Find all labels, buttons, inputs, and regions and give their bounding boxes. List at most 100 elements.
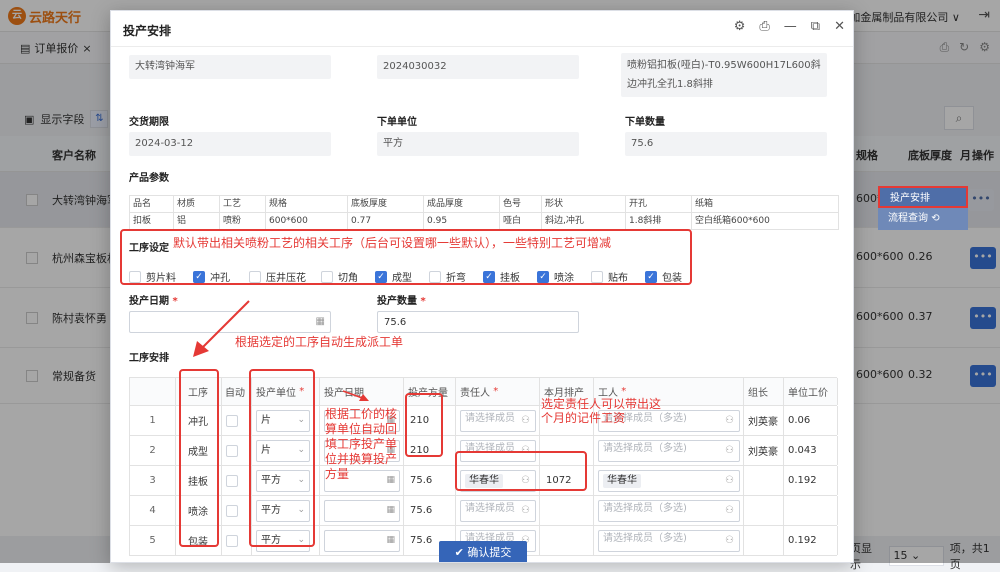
schedule-row[interactable]: 4 喷涂 平方 ⌄ ▦ 75.6 请选择成员 ⚇ 请选择成员（多选) ⚇ xyxy=(130,496,838,526)
param-header: 成品厚度 xyxy=(424,196,500,213)
qty-frame xyxy=(405,393,443,457)
checkbox-checked[interactable]: ✓ xyxy=(375,270,387,283)
row-qty: 75.6 xyxy=(404,496,456,525)
action-menu: 投产安排 流程查询 ⟲ xyxy=(878,186,968,230)
row-owner: 请选择成员 ⚇ xyxy=(456,496,540,525)
workers-select[interactable]: 请选择成员（多选) ⚇ xyxy=(598,440,740,462)
checkbox[interactable] xyxy=(321,270,333,283)
checkbox[interactable] xyxy=(129,270,141,283)
gear-icon[interactable]: ⚙ xyxy=(734,19,746,34)
required-mark: * xyxy=(172,296,178,307)
param-header: 品名 xyxy=(130,196,174,213)
process-annotation: 默认带出相关喷粉工艺的相关工序（后台可设置哪一些默认），一些特别工艺可增减 xyxy=(173,236,612,250)
process-option[interactable]: ✓ 冲孔 xyxy=(193,269,249,284)
worker-tag: 华春华 xyxy=(603,474,641,488)
minimize-icon[interactable]: — xyxy=(784,19,797,34)
process-option[interactable]: 贴布 xyxy=(591,269,645,284)
row-workers: 华春华 ⚇ xyxy=(594,466,744,495)
prod-qty-label: 投产数量 * xyxy=(377,292,426,307)
checkbox[interactable] xyxy=(226,474,238,487)
row-date: ▦ xyxy=(320,496,404,525)
delivery-field: 2024-03-12 xyxy=(129,132,331,156)
date-input[interactable]: ▦ xyxy=(324,530,400,552)
close-icon[interactable]: ✕ xyxy=(834,19,845,34)
checkbox[interactable] xyxy=(591,270,603,283)
owner-select[interactable]: 请选择成员 ⚇ xyxy=(460,500,536,522)
process-option[interactable]: ✓ 成型 xyxy=(375,269,429,284)
menu-item-schedule[interactable]: 投产安排 xyxy=(878,186,968,208)
process-name: 压井压花 xyxy=(266,273,306,284)
process-name: 贴布 xyxy=(608,273,628,284)
row-price: 0.192 xyxy=(784,466,838,495)
flow-icon: ⟲ xyxy=(931,213,940,224)
row-auto xyxy=(222,466,252,495)
prod-qty-input[interactable]: 75.6 xyxy=(377,311,579,333)
owner-select[interactable]: 请选择成员 ⚇ xyxy=(460,410,536,432)
checkbox-checked[interactable]: ✓ xyxy=(483,270,495,283)
checkbox[interactable] xyxy=(226,444,238,457)
process-option[interactable]: ✓ 包装 xyxy=(645,269,699,284)
checkbox[interactable] xyxy=(249,270,261,283)
process-name: 成型 xyxy=(392,273,412,284)
calendar-icon: ▦ xyxy=(386,535,395,545)
workers-select[interactable]: 华春华 ⚇ xyxy=(598,470,740,492)
date-input[interactable]: ▦ xyxy=(324,500,400,522)
process-option[interactable]: ✓ 挂板 xyxy=(483,269,537,284)
process-option[interactable]: 折弯 xyxy=(429,269,483,284)
params-label: 产品参数 xyxy=(129,173,169,184)
row-owner: 请选择成员 ⚇ xyxy=(456,406,540,435)
workers-select[interactable]: 请选择成员（多选) ⚇ xyxy=(598,500,740,522)
checkbox[interactable] xyxy=(429,270,441,283)
col-price: 单位工价 xyxy=(784,378,838,405)
required-mark: * xyxy=(493,386,499,397)
process-checkboxes: 剪片料 ✓ 冲孔 压井压花 切角 ✓ 成型 折弯 ✓ 挂板 ✓ 喷涂 贴布 ✓ 包装 xyxy=(129,269,699,284)
people-icon: ⚇ xyxy=(725,475,734,486)
people-icon: ⚇ xyxy=(725,535,734,546)
row-workers: 请选择成员（多选) ⚇ xyxy=(594,526,744,555)
owner-placeholder: 请选择成员 xyxy=(465,413,515,424)
process-name: 挂板 xyxy=(500,273,520,284)
process-option[interactable]: 压井压花 xyxy=(249,269,321,284)
checkbox-checked[interactable]: ✓ xyxy=(645,270,657,283)
production-dialog: 投产安排 ⚙ ⎙ — ⧉ ✕ 大转湾钟海军 2024030032 喷粉铝扣板(哑… xyxy=(110,10,854,563)
delivery-label: 交货期限 xyxy=(129,117,169,128)
checkbox-checked[interactable]: ✓ xyxy=(193,270,205,283)
checkbox-checked[interactable]: ✓ xyxy=(537,270,549,283)
process-option[interactable]: 切角 xyxy=(321,269,375,284)
row-leader xyxy=(744,496,784,525)
col-owner-text: 责任人 xyxy=(460,388,490,399)
owner-annotation: 选定责任人可以带出这个月的记件工资 xyxy=(541,397,662,425)
process-name: 冲孔 xyxy=(210,273,230,284)
checkbox[interactable] xyxy=(226,414,238,427)
people-icon: ⚇ xyxy=(725,445,734,456)
param-value: 0.95 xyxy=(424,213,500,230)
process-name: 包装 xyxy=(662,273,682,284)
confirm-submit-button[interactable]: ✔ 确认提交 xyxy=(439,541,527,562)
maximize-icon[interactable]: ⧉ xyxy=(811,19,820,34)
process-option[interactable]: 剪片料 xyxy=(129,269,193,284)
param-header: 规格 xyxy=(266,196,348,213)
row-month xyxy=(540,526,594,555)
order-no-field: 2024030032 xyxy=(377,55,579,79)
checkbox[interactable] xyxy=(226,504,238,517)
process-name: 剪片料 xyxy=(146,273,176,284)
menu-item-flow[interactable]: 流程查询 ⟲ xyxy=(878,208,968,230)
product-field: 喷粉铝扣板(哑白)-T0.95W600H17L600斜 边冲孔全孔1.8斜排 xyxy=(621,53,827,97)
prod-qty-text: 投产数量 xyxy=(377,296,417,307)
row-workers: 请选择成员（多选) ⚇ xyxy=(594,436,744,465)
process-option[interactable]: ✓ 喷涂 xyxy=(537,269,591,284)
row-leader: 刘英豪 xyxy=(744,406,784,435)
print-icon[interactable]: ⎙ xyxy=(759,19,769,34)
param-header: 工艺 xyxy=(220,196,266,213)
prod-date-text: 投产日期 xyxy=(129,296,169,307)
param-value: 1.8斜排 xyxy=(626,213,692,230)
param-header: 纸箱 xyxy=(692,196,839,213)
customer-field: 大转湾钟海军 xyxy=(129,55,331,79)
row-price: 0.06 xyxy=(784,406,838,435)
qty-field: 75.6 xyxy=(625,132,827,156)
workers-select[interactable]: 请选择成员（多选) ⚇ xyxy=(598,530,740,552)
schedule-row[interactable]: 1 冲孔片 ⌄ ▦ 210 请选择成员 ⚇ 请选择成员（多选) ⚇ 刘英豪 0.06 xyxy=(130,406,838,436)
people-icon: ⚇ xyxy=(521,505,530,516)
row-date: ▦ xyxy=(320,526,404,555)
checkbox[interactable] xyxy=(226,534,238,547)
